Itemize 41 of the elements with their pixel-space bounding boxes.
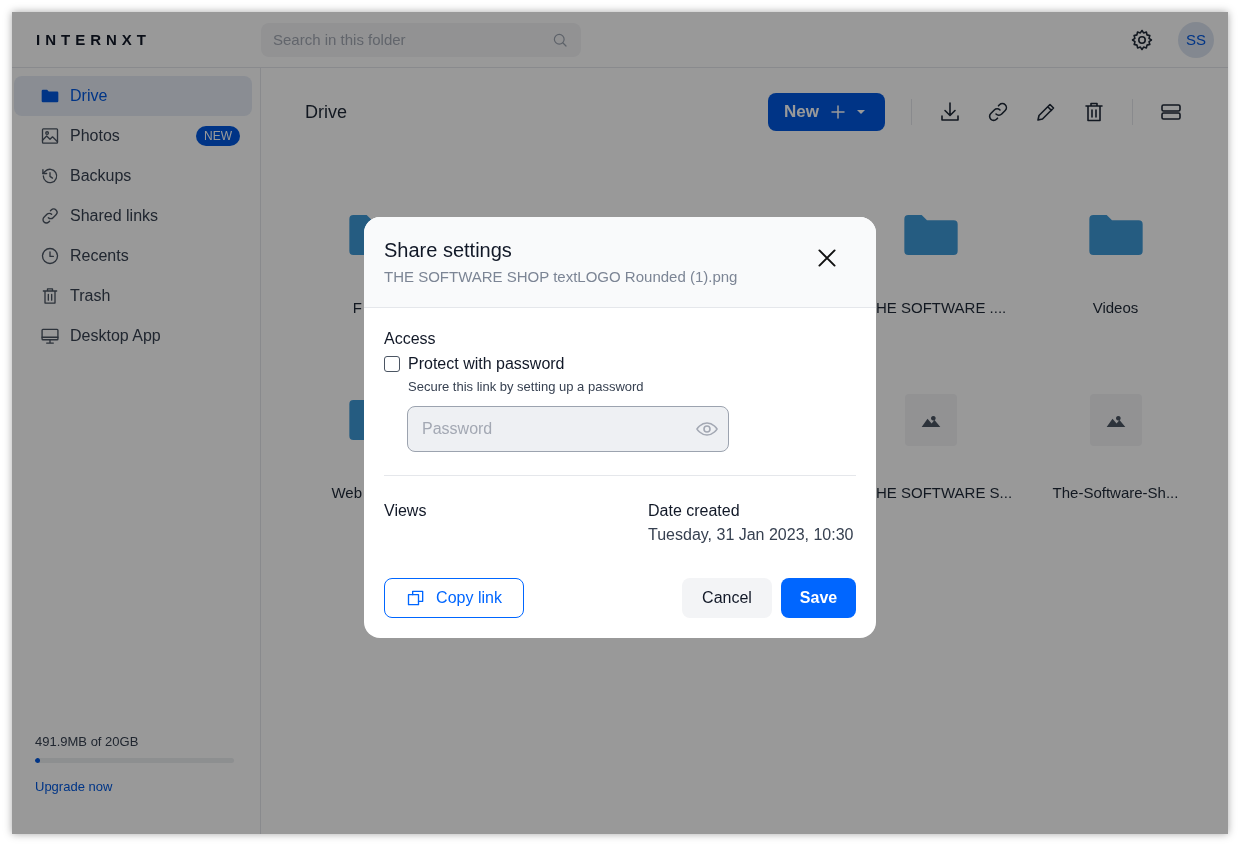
views-label: Views (384, 501, 428, 520)
hint-text: Secure this link by setting up a password (408, 378, 645, 394)
trash-icon (40, 286, 60, 306)
date-value: Tuesday, 31 Jan 2023, 10:30 (648, 525, 855, 544)
file-name[interactable]: Videos (1023, 298, 1208, 318)
sidebar-item[interactable]: Photos NEW (14, 116, 252, 156)
image-icon[interactable] (1089, 394, 1142, 446)
sidebar-item[interactable]: Shared links (14, 196, 252, 236)
date-label: Date created (648, 501, 741, 520)
download-icon[interactable] (938, 100, 962, 124)
file-name[interactable]: The-Software-Sh... (1023, 483, 1208, 503)
link-icon (40, 206, 60, 226)
avatar[interactable]: SS (1178, 21, 1214, 58)
picture-icon (40, 126, 60, 146)
section-label: Access (384, 329, 437, 348)
page-title: Drive (305, 101, 348, 123)
link-icon[interactable] (986, 100, 1010, 124)
upgrade-link[interactable]: Upgrade now (35, 779, 252, 794)
logo-text: INTERNXT (36, 31, 152, 48)
plus-icon (829, 103, 847, 121)
new-button[interactable]: New (768, 93, 885, 131)
copy-link-button[interactable]: Copy link (384, 577, 524, 618)
save-button[interactable]: Save (781, 577, 856, 618)
sidebar-item[interactable]: Desktop App (14, 316, 252, 356)
monitor-icon (40, 326, 60, 346)
sidebar-item[interactable]: Backups (14, 156, 252, 196)
sidebar-item[interactable]: Trash (14, 276, 252, 316)
sidebar-item[interactable]: Recents (14, 236, 252, 276)
image-icon[interactable] (904, 394, 957, 446)
trash-icon[interactable] (1082, 100, 1106, 124)
cancel-button[interactable]: Cancel (682, 577, 772, 618)
sidebar-item[interactable]: Drive (14, 76, 252, 116)
history-icon (40, 166, 60, 186)
checkbox[interactable] (384, 355, 400, 372)
clock-icon (40, 246, 60, 266)
storage-usage-text: 491.9MB of 20GB (35, 734, 140, 749)
new-badge: NEW (196, 126, 240, 146)
dialog-title: Share settings (384, 238, 513, 262)
file-name: THE SOFTWARE SHOP textLOGO Rounded (1).png (384, 267, 739, 285)
checkbox-label: Protect with password (408, 354, 565, 373)
settings-icon[interactable] (1130, 27, 1154, 52)
